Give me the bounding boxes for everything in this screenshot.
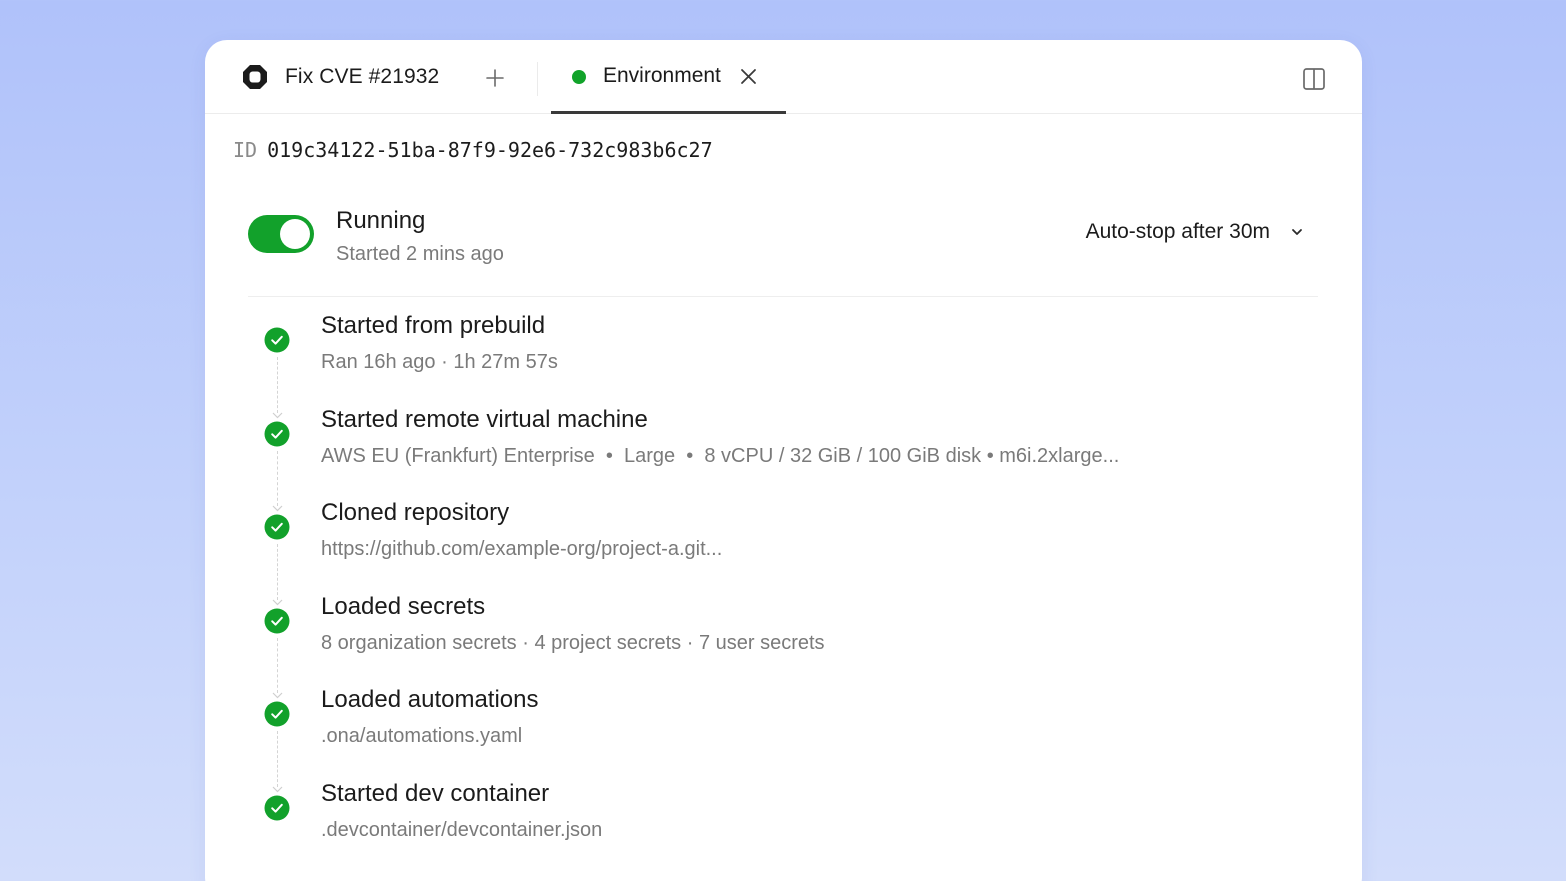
check-circle-icon bbox=[264, 421, 290, 447]
connector-arrow-icon bbox=[272, 599, 283, 606]
step-title: Started remote virtual machine bbox=[321, 406, 648, 433]
step-title: Started dev container bbox=[321, 780, 550, 807]
check-circle-icon bbox=[264, 608, 290, 634]
step-title: Started from prebuild bbox=[321, 312, 546, 339]
step-detail: .ona/automations.yaml bbox=[321, 725, 523, 747]
connector-arrow-icon bbox=[272, 505, 283, 512]
environment-window: Fix CVE #21932 Environment ID 019c34122-5… bbox=[205, 40, 1362, 881]
step-connector bbox=[277, 544, 278, 600]
startup-steps: Started from prebuild Ran 16h ago · 1h 27… bbox=[205, 40, 1362, 881]
step-connector bbox=[277, 731, 278, 787]
step-title: Loaded automations bbox=[321, 686, 539, 713]
connector-arrow-icon bbox=[272, 692, 283, 699]
step-detail: .devcontainer/devcontainer.json bbox=[321, 819, 603, 841]
step-connector bbox=[277, 638, 278, 693]
step-connector bbox=[277, 357, 278, 413]
check-circle-icon bbox=[264, 327, 290, 353]
connector-arrow-icon bbox=[272, 786, 283, 793]
step-detail: 8 organization secrets · 4 project secre… bbox=[321, 632, 825, 654]
step-connector bbox=[277, 451, 278, 506]
check-circle-icon bbox=[264, 795, 290, 821]
step-title: Cloned repository bbox=[321, 499, 510, 526]
step-detail: https://github.com/example-org/project-a… bbox=[321, 538, 723, 560]
step-title: Loaded secrets bbox=[321, 593, 486, 620]
connector-arrow-icon bbox=[272, 412, 283, 419]
step-detail: Ran 16h ago · 1h 27m 57s bbox=[321, 351, 558, 373]
check-circle-icon bbox=[264, 701, 290, 727]
check-circle-icon bbox=[264, 514, 290, 540]
step-detail: AWS EU (Frankfurt) Enterprise • Large • … bbox=[321, 445, 1120, 467]
